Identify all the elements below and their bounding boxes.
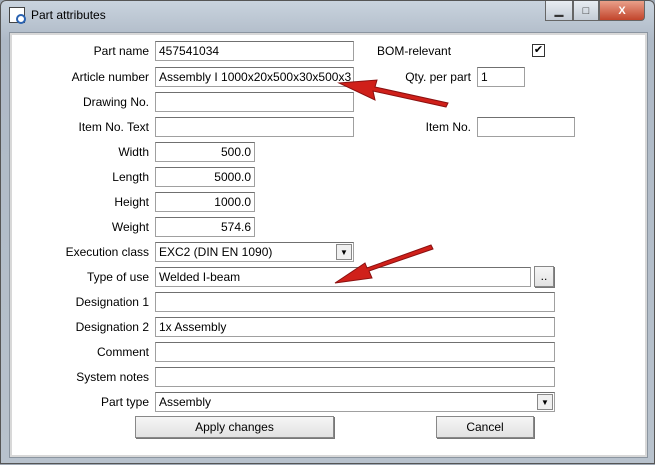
annotation-arrows [334,79,449,284]
red-arrow-icon [334,244,434,284]
red-arrow-icon [337,79,449,108]
part-attributes-window: Part attributes ▁ □ X Part name 45754103… [0,0,655,464]
